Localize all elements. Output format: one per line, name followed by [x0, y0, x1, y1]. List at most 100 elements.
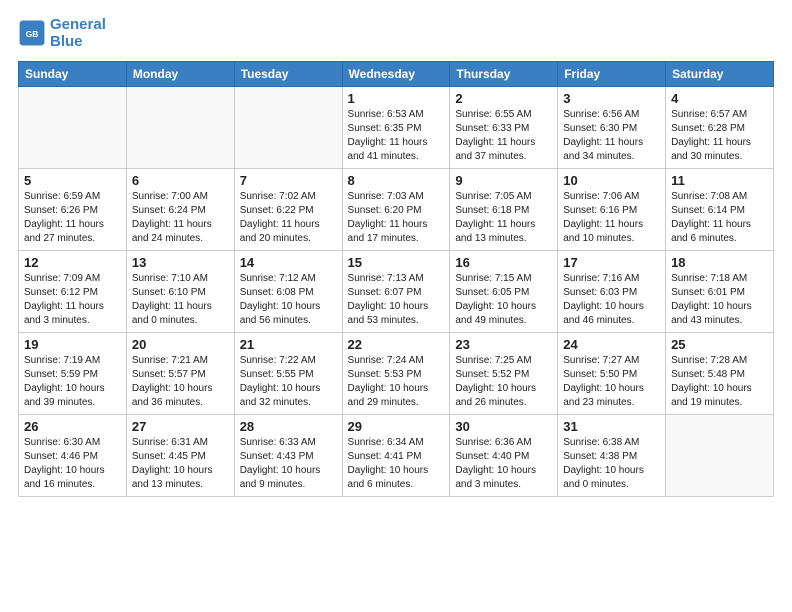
- day-number: 9: [455, 173, 552, 188]
- day-info: Sunrise: 7:22 AMSunset: 5:55 PMDaylight:…: [240, 354, 337, 410]
- weekday-header: Tuesday: [234, 61, 342, 86]
- calendar-cell: 4 Sunrise: 6:57 AMSunset: 6:28 PMDaylight…: [666, 86, 774, 168]
- day-info: Sunrise: 7:00 AMSunset: 6:24 PMDaylight:…: [132, 190, 229, 246]
- day-number: 16: [455, 255, 552, 270]
- day-number: 10: [563, 173, 660, 188]
- calendar-cell: 16 Sunrise: 7:15 AMSunset: 6:05 PMDayligh…: [450, 250, 558, 332]
- day-info: Sunrise: 6:57 AMSunset: 6:28 PMDaylight:…: [671, 108, 768, 164]
- calendar-table: SundayMondayTuesdayWednesdayThursdayFrid…: [18, 61, 774, 497]
- calendar-cell: 25Sunrise: 7:28 AMSunset: 5:48 PMDayligh…: [666, 332, 774, 414]
- day-info: Sunrise: 7:02 AMSunset: 6:22 PMDaylight:…: [240, 190, 337, 246]
- day-number: 18: [671, 255, 768, 270]
- day-info: Sunrise: 7:12 AMSunset: 6:08 PMDaylight:…: [240, 272, 337, 328]
- calendar-cell: 29 Sunrise: 6:34 AMSunset: 4:41 PMDayligh…: [342, 414, 450, 496]
- calendar-cell: 7 Sunrise: 7:02 AMSunset: 6:22 PMDaylight…: [234, 168, 342, 250]
- calendar-cell: [19, 86, 127, 168]
- calendar-cell: 13 Sunrise: 7:10 AMSunset: 6:10 PMDayligh…: [126, 250, 234, 332]
- day-number: 13: [132, 255, 229, 270]
- day-info: Sunrise: 7:03 AMSunset: 6:20 PMDaylight:…: [348, 190, 445, 246]
- day-info: Sunrise: 7:10 AMSunset: 6:10 PMDaylight:…: [132, 272, 229, 328]
- calendar-cell: 6 Sunrise: 7:00 AMSunset: 6:24 PMDaylight…: [126, 168, 234, 250]
- calendar-cell: 18Sunrise: 7:18 AMSunset: 6:01 PMDayligh…: [666, 250, 774, 332]
- day-number: 14: [240, 255, 337, 270]
- calendar-cell: 3 Sunrise: 6:56 AMSunset: 6:30 PMDaylight…: [558, 86, 666, 168]
- calendar-cell: 12 Sunrise: 7:09 AMSunset: 6:12 PMDayligh…: [19, 250, 127, 332]
- calendar-cell: 11 Sunrise: 7:08 AMSunset: 6:14 PMDayligh…: [666, 168, 774, 250]
- day-info: Sunrise: 6:33 AMSunset: 4:43 PMDaylight:…: [240, 436, 337, 492]
- day-number: 21: [240, 337, 337, 352]
- day-number: 3: [563, 91, 660, 106]
- day-info: Sunrise: 7:05 AMSunset: 6:18 PMDaylight:…: [455, 190, 552, 246]
- day-number: 20: [132, 337, 229, 352]
- day-info: Sunrise: 7:16 AMSunset: 6:03 PMDaylight:…: [563, 272, 660, 328]
- calendar-week-row: 26Sunrise: 6:30 AMSunset: 4:46 PMDayligh…: [19, 414, 774, 496]
- calendar-cell: [126, 86, 234, 168]
- day-number: 22: [348, 337, 445, 352]
- weekday-header: Wednesday: [342, 61, 450, 86]
- calendar-cell: 26Sunrise: 6:30 AMSunset: 4:46 PMDayligh…: [19, 414, 127, 496]
- calendar-week-row: 5 Sunrise: 6:59 AMSunset: 6:26 PMDaylight…: [19, 168, 774, 250]
- day-number: 23: [455, 337, 552, 352]
- day-number: 1: [348, 91, 445, 106]
- calendar-cell: 31 Sunrise: 6:38 AMSunset: 4:38 PMDayligh…: [558, 414, 666, 496]
- day-number: 4: [671, 91, 768, 106]
- day-number: 31: [563, 419, 660, 434]
- calendar-cell: 5 Sunrise: 6:59 AMSunset: 6:26 PMDaylight…: [19, 168, 127, 250]
- day-number: 8: [348, 173, 445, 188]
- day-info: Sunrise: 6:34 AMSunset: 4:41 PMDaylight:…: [348, 436, 445, 492]
- calendar-cell: 28Sunrise: 6:33 AMSunset: 4:43 PMDayligh…: [234, 414, 342, 496]
- calendar-week-row: 19 Sunrise: 7:19 AMSunset: 5:59 PMDayligh…: [19, 332, 774, 414]
- day-number: 19: [24, 337, 121, 352]
- day-number: 24: [563, 337, 660, 352]
- weekday-header: Thursday: [450, 61, 558, 86]
- day-info: Sunrise: 6:55 AMSunset: 6:33 PMDaylight:…: [455, 108, 552, 164]
- day-number: 11: [671, 173, 768, 188]
- day-number: 27: [132, 419, 229, 434]
- weekday-header: Saturday: [666, 61, 774, 86]
- calendar-cell: 19 Sunrise: 7:19 AMSunset: 5:59 PMDayligh…: [19, 332, 127, 414]
- weekday-header-row: SundayMondayTuesdayWednesdayThursdayFrid…: [19, 61, 774, 86]
- calendar-cell: 22 Sunrise: 7:24 AMSunset: 5:53 PMDayligh…: [342, 332, 450, 414]
- day-info: Sunrise: 7:15 AMSunset: 6:05 PMDaylight:…: [455, 272, 552, 328]
- calendar-cell: 9 Sunrise: 7:05 AMSunset: 6:18 PMDaylight…: [450, 168, 558, 250]
- day-number: 25: [671, 337, 768, 352]
- day-number: 7: [240, 173, 337, 188]
- day-number: 26: [24, 419, 121, 434]
- day-info: Sunrise: 7:19 AMSunset: 5:59 PMDaylight:…: [24, 354, 121, 410]
- day-info: Sunrise: 7:08 AMSunset: 6:14 PMDaylight:…: [671, 190, 768, 246]
- calendar-cell: [234, 86, 342, 168]
- calendar-cell: 27Sunrise: 6:31 AMSunset: 4:45 PMDayligh…: [126, 414, 234, 496]
- calendar-cell: 8 Sunrise: 7:03 AMSunset: 6:20 PMDaylight…: [342, 168, 450, 250]
- calendar-week-row: 1 Sunrise: 6:53 AMSunset: 6:35 PMDaylight…: [19, 86, 774, 168]
- day-number: 2: [455, 91, 552, 106]
- day-number: 15: [348, 255, 445, 270]
- day-number: 29: [348, 419, 445, 434]
- day-info: Sunrise: 6:59 AMSunset: 6:26 PMDaylight:…: [24, 190, 121, 246]
- day-info: Sunrise: 7:09 AMSunset: 6:12 PMDaylight:…: [24, 272, 121, 328]
- day-number: 30: [455, 419, 552, 434]
- calendar-cell: 1 Sunrise: 6:53 AMSunset: 6:35 PMDaylight…: [342, 86, 450, 168]
- svg-text:GB: GB: [26, 29, 39, 39]
- logo: GB General Blue: [18, 16, 106, 51]
- logo-text: General Blue: [50, 16, 106, 51]
- calendar-cell: 21 Sunrise: 7:22 AMSunset: 5:55 PMDayligh…: [234, 332, 342, 414]
- day-info: Sunrise: 6:38 AMSunset: 4:38 PMDaylight:…: [563, 436, 660, 492]
- calendar-cell: 24Sunrise: 7:27 AMSunset: 5:50 PMDayligh…: [558, 332, 666, 414]
- calendar-cell: 2 Sunrise: 6:55 AMSunset: 6:33 PMDaylight…: [450, 86, 558, 168]
- day-number: 12: [24, 255, 121, 270]
- header: GB General Blue: [18, 16, 774, 51]
- day-info: Sunrise: 6:53 AMSunset: 6:35 PMDaylight:…: [348, 108, 445, 164]
- calendar-cell: 30Sunrise: 6:36 AMSunset: 4:40 PMDayligh…: [450, 414, 558, 496]
- day-info: Sunrise: 6:56 AMSunset: 6:30 PMDaylight:…: [563, 108, 660, 164]
- day-number: 6: [132, 173, 229, 188]
- day-info: Sunrise: 7:25 AMSunset: 5:52 PMDaylight:…: [455, 354, 552, 410]
- calendar-week-row: 12 Sunrise: 7:09 AMSunset: 6:12 PMDayligh…: [19, 250, 774, 332]
- calendar-cell: 23 Sunrise: 7:25 AMSunset: 5:52 PMDayligh…: [450, 332, 558, 414]
- day-number: 5: [24, 173, 121, 188]
- day-info: Sunrise: 7:24 AMSunset: 5:53 PMDaylight:…: [348, 354, 445, 410]
- weekday-header: Monday: [126, 61, 234, 86]
- page: GB General Blue SundayMondayTuesdayWedne…: [0, 0, 792, 612]
- calendar-cell: 14 Sunrise: 7:12 AMSunset: 6:08 PMDayligh…: [234, 250, 342, 332]
- day-info: Sunrise: 7:13 AMSunset: 6:07 PMDaylight:…: [348, 272, 445, 328]
- calendar-cell: 15 Sunrise: 7:13 AMSunset: 6:07 PMDayligh…: [342, 250, 450, 332]
